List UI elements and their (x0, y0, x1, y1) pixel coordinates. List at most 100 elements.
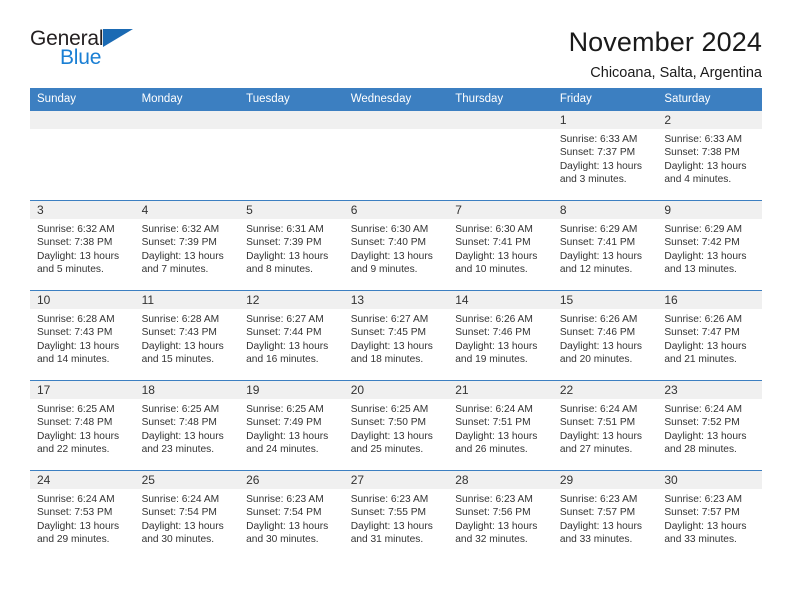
weekday-header-sunday: Sunday (30, 88, 135, 111)
day-number: 6 (343, 201, 449, 219)
calendar-day-cell[interactable]: 11 Sunrise: 6:28 AM Sunset: 7:43 PM Dayligh… (134, 290, 240, 381)
sunset-text: Sunset: 7:44 PM (246, 327, 322, 339)
day-details: Sunrise: 6:23 AM Sunset: 7:54 PM Daylight:… (239, 489, 344, 547)
calendar-day-cell[interactable]: 29 Sunrise: 6:23 AM Sunset: 7:57 PM Dayligh… (552, 470, 658, 560)
day-details: Sunrise: 6:33 AM Sunset: 7:37 PM Daylight:… (553, 129, 658, 187)
calendar-day-cell[interactable]: 17 Sunrise: 6:25 AM Sunset: 7:48 PM Dayligh… (30, 380, 135, 471)
daylight-text: Daylight: 13 hours and 3 minutes. (559, 160, 642, 186)
calendar-day-cell[interactable]: 12 Sunrise: 6:27 AM Sunset: 7:44 PM Dayligh… (239, 290, 344, 381)
daylight-text: Daylight: 13 hours and 13 minutes. (664, 250, 747, 276)
sunset-text: Sunset: 7:48 PM (141, 417, 217, 429)
daylight-text: Daylight: 13 hours and 33 minutes. (664, 520, 747, 546)
daylight-text: Daylight: 13 hours and 24 minutes. (246, 430, 329, 456)
calendar-page: General Blue November 2024 Chicoana, Sal… (0, 0, 792, 612)
sunset-text: Sunset: 7:38 PM (664, 147, 740, 159)
calendar-day-cell[interactable]: 14 Sunrise: 6:26 AM Sunset: 7:46 PM Dayligh… (448, 290, 553, 381)
day-number: 17 (30, 381, 135, 399)
calendar-day-cell[interactable]: 24 Sunrise: 6:24 AM Sunset: 7:53 PM Dayligh… (30, 470, 135, 560)
day-details: Sunrise: 6:23 AM Sunset: 7:57 PM Daylight:… (553, 489, 658, 547)
calendar-day-cell[interactable]: 26 Sunrise: 6:23 AM Sunset: 7:54 PM Dayligh… (239, 470, 344, 560)
calendar-day-cell[interactable]: 20 Sunrise: 6:25 AM Sunset: 7:50 PM Dayligh… (343, 380, 449, 471)
daylight-text: Daylight: 13 hours and 26 minutes. (455, 430, 538, 456)
general-blue-logo[interactable]: General Blue (30, 26, 134, 69)
day-number: 14 (448, 291, 553, 309)
calendar-day-cell[interactable]: 22 Sunrise: 6:24 AM Sunset: 7:51 PM Dayligh… (552, 380, 658, 471)
day-number: 2 (657, 111, 762, 129)
calendar-week-row: 24 Sunrise: 6:24 AM Sunset: 7:53 PM Dayligh… (30, 470, 762, 560)
calendar-body: 1 Sunrise: 6:33 AM Sunset: 7:37 PM Daylight… (30, 110, 762, 560)
daylight-text: Daylight: 13 hours and 19 minutes. (455, 340, 538, 366)
day-details: Sunrise: 6:26 AM Sunset: 7:46 PM Daylight:… (553, 309, 658, 367)
calendar-day-cell[interactable]: 7 Sunrise: 6:30 AM Sunset: 7:41 PM Daylight… (448, 200, 553, 291)
calendar-day-cell[interactable]: 13 Sunrise: 6:27 AM Sunset: 7:45 PM Dayligh… (343, 290, 449, 381)
sunset-text: Sunset: 7:53 PM (37, 507, 113, 519)
calendar-day-cell[interactable]: 30 Sunrise: 6:23 AM Sunset: 7:57 PM Dayligh… (657, 470, 762, 560)
sunrise-text: Sunrise: 6:24 AM (455, 404, 533, 415)
daylight-text: Daylight: 13 hours and 4 minutes. (664, 160, 747, 186)
day-number: 13 (343, 291, 449, 309)
daylight-text: Daylight: 13 hours and 22 minutes. (37, 430, 120, 456)
daylight-text: Daylight: 13 hours and 29 minutes. (37, 520, 120, 546)
page-header: General Blue November 2024 Chicoana, Sal… (30, 0, 762, 81)
day-number: 19 (239, 381, 344, 399)
calendar-day-cell[interactable]: 2 Sunrise: 6:33 AM Sunset: 7:38 PM Daylight… (657, 110, 762, 201)
calendar-day-cell[interactable]: 15 Sunrise: 6:26 AM Sunset: 7:46 PM Dayligh… (552, 290, 658, 381)
daylight-text: Daylight: 13 hours and 30 minutes. (141, 520, 224, 546)
calendar-week-row: 10 Sunrise: 6:28 AM Sunset: 7:43 PM Dayligh… (30, 290, 762, 381)
day-number: 20 (343, 381, 449, 399)
sunset-text: Sunset: 7:50 PM (350, 417, 427, 429)
daylight-text: Daylight: 13 hours and 14 minutes. (37, 340, 120, 366)
sunset-text: Sunset: 7:52 PM (664, 417, 740, 429)
day-number: 8 (552, 201, 658, 219)
daylight-text: Daylight: 13 hours and 28 minutes. (664, 430, 747, 456)
calendar-day-cell[interactable]: 28 Sunrise: 6:23 AM Sunset: 7:56 PM Dayligh… (448, 470, 553, 560)
day-details: Sunrise: 6:28 AM Sunset: 7:43 PM Daylight:… (135, 309, 240, 367)
sunset-text: Sunset: 7:38 PM (37, 237, 113, 249)
sunset-text: Sunset: 7:46 PM (455, 327, 531, 339)
daylight-text: Daylight: 13 hours and 20 minutes. (559, 340, 642, 366)
calendar-day-cell[interactable]: 6 Sunrise: 6:30 AM Sunset: 7:40 PM Daylight… (343, 200, 449, 291)
calendar-day-cell[interactable]: 3 Sunrise: 6:32 AM Sunset: 7:38 PM Daylight… (30, 200, 135, 291)
day-number: 4 (134, 201, 240, 219)
calendar-day-cell[interactable]: 19 Sunrise: 6:25 AM Sunset: 7:49 PM Dayligh… (239, 380, 344, 471)
sunset-text: Sunset: 7:41 PM (559, 237, 636, 249)
calendar-day-cell[interactable]: 1 Sunrise: 6:33 AM Sunset: 7:37 PM Daylight… (552, 110, 658, 201)
calendar-day-cell[interactable]: 23 Sunrise: 6:24 AM Sunset: 7:52 PM Dayligh… (657, 380, 762, 471)
day-details: Sunrise: 6:25 AM Sunset: 7:50 PM Daylight:… (344, 399, 449, 457)
sunset-text: Sunset: 7:39 PM (246, 237, 322, 249)
calendar-day-cell[interactable]: 16 Sunrise: 6:26 AM Sunset: 7:47 PM Dayligh… (657, 290, 762, 381)
calendar-day-cell[interactable]: 10 Sunrise: 6:28 AM Sunset: 7:43 PM Dayligh… (30, 290, 135, 381)
day-number: 30 (657, 471, 762, 489)
calendar-day-cell[interactable]: 5 Sunrise: 6:31 AM Sunset: 7:39 PM Daylight… (239, 200, 344, 291)
calendar-day-cell[interactable]: 18 Sunrise: 6:25 AM Sunset: 7:48 PM Dayligh… (134, 380, 240, 471)
day-number: 26 (239, 471, 344, 489)
sunset-text: Sunset: 7:45 PM (350, 327, 427, 339)
day-details: Sunrise: 6:30 AM Sunset: 7:41 PM Daylight:… (448, 219, 553, 277)
daylight-text: Daylight: 13 hours and 5 minutes. (37, 250, 120, 276)
day-number: 25 (134, 471, 240, 489)
daylight-text: Daylight: 13 hours and 16 minutes. (246, 340, 329, 366)
calendar-day-cell-empty (448, 110, 553, 201)
day-number (448, 111, 553, 129)
day-number: 10 (30, 291, 135, 309)
calendar-day-cell-empty (30, 110, 135, 201)
day-number: 15 (552, 291, 658, 309)
sunset-text: Sunset: 7:43 PM (141, 327, 217, 339)
day-details: Sunrise: 6:29 AM Sunset: 7:42 PM Daylight:… (657, 219, 762, 277)
day-number: 1 (552, 111, 658, 129)
calendar-day-cell[interactable]: 8 Sunrise: 6:29 AM Sunset: 7:41 PM Daylight… (552, 200, 658, 291)
calendar-day-cell[interactable]: 25 Sunrise: 6:24 AM Sunset: 7:54 PM Dayligh… (134, 470, 240, 560)
day-details: Sunrise: 6:24 AM Sunset: 7:53 PM Daylight:… (30, 489, 135, 547)
sunrise-text: Sunrise: 6:25 AM (141, 404, 220, 415)
daylight-text: Daylight: 13 hours and 27 minutes. (559, 430, 642, 456)
sunrise-text: Sunrise: 6:24 AM (141, 494, 220, 505)
calendar-day-cell[interactable]: 27 Sunrise: 6:23 AM Sunset: 7:55 PM Dayligh… (343, 470, 449, 560)
sunrise-text: Sunrise: 6:25 AM (350, 404, 429, 415)
daylight-text: Daylight: 13 hours and 9 minutes. (350, 250, 433, 276)
title-block: November 2024 Chicoana, Salta, Argentina (569, 26, 762, 83)
calendar-day-cell[interactable]: 9 Sunrise: 6:29 AM Sunset: 7:42 PM Daylight… (657, 200, 762, 291)
sunset-text: Sunset: 7:43 PM (37, 327, 113, 339)
sunrise-text: Sunrise: 6:30 AM (350, 224, 429, 235)
calendar-day-cell[interactable]: 4 Sunrise: 6:32 AM Sunset: 7:39 PM Daylight… (134, 200, 240, 291)
calendar-day-cell[interactable]: 21 Sunrise: 6:24 AM Sunset: 7:51 PM Dayligh… (448, 380, 553, 471)
